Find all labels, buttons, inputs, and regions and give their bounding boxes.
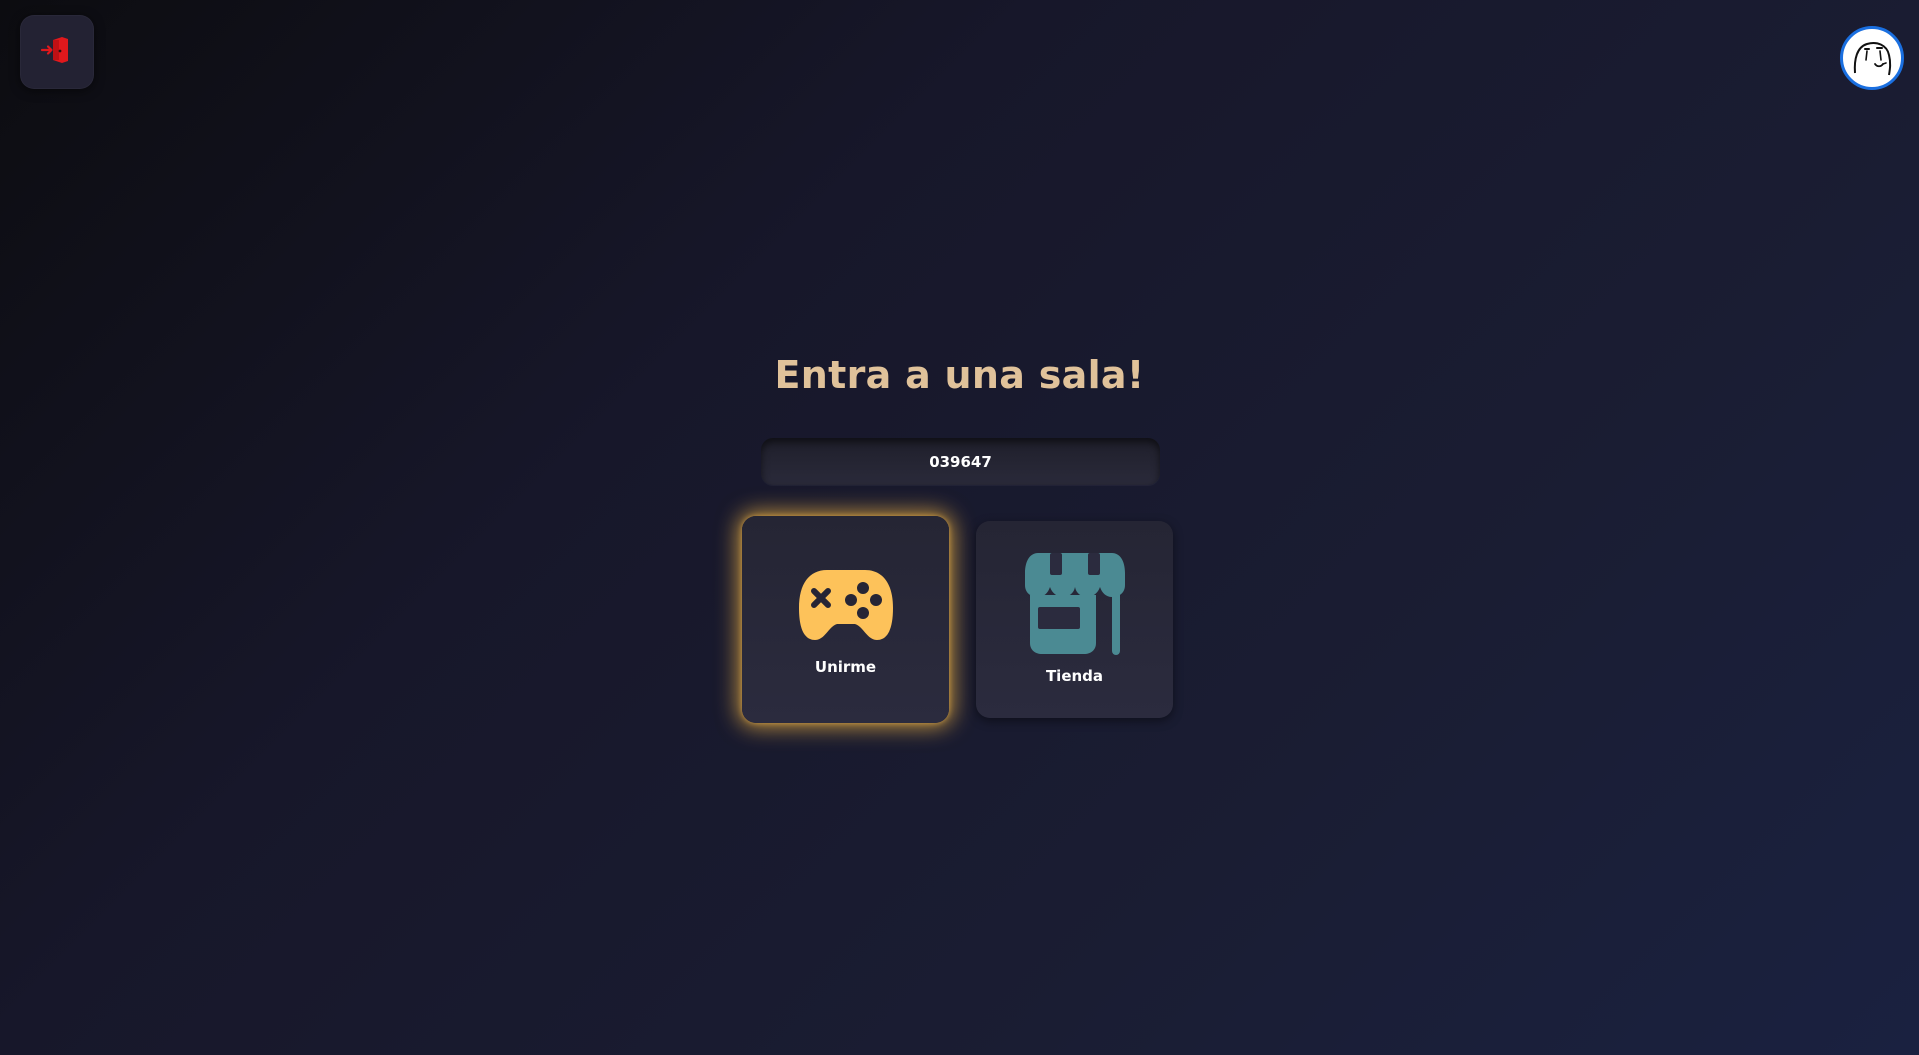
join-card[interactable]: Unirme [742,516,949,723]
join-card-label: Unirme [814,658,877,676]
gamepad-icon [797,564,895,648]
page-title: Entra a una sala! [774,353,1145,397]
avatar[interactable] [1840,26,1904,90]
door-exit-icon [39,32,75,72]
storefront-icon [1024,551,1126,659]
shop-card[interactable]: Tienda [976,521,1173,718]
meme-face-avatar-icon [1845,29,1899,87]
logout-button[interactable] [20,15,94,89]
room-code-input[interactable] [761,438,1160,485]
shop-card-label: Tienda [1045,667,1104,685]
